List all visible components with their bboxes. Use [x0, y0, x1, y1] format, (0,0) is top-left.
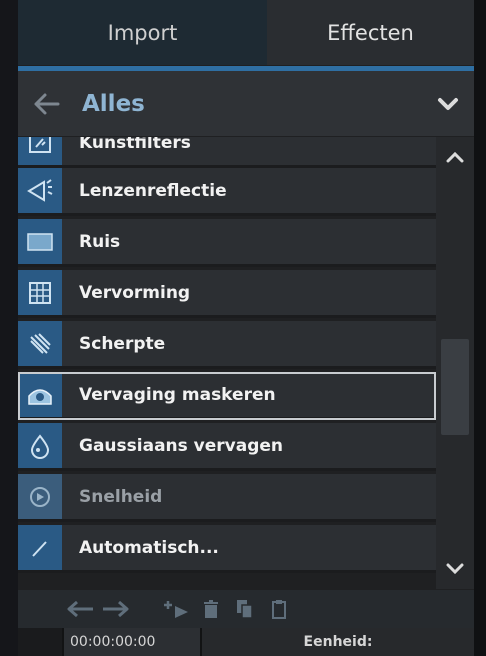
tab-effects[interactable]: Effecten: [267, 0, 474, 65]
status-bar: 00:00:00:00 Eenheid:: [18, 628, 474, 656]
list-item[interactable]: Lenzenreflectie: [18, 168, 436, 216]
list-item[interactable]: Vervorming: [18, 270, 436, 318]
list-item[interactable]: Scherpte: [18, 321, 436, 369]
list-item-label: Vervaging maskeren: [79, 384, 276, 405]
scroll-down-icon[interactable]: [436, 549, 474, 589]
scrollbar-thumb[interactable]: [441, 339, 469, 435]
list-item-label: Lenzenreflectie: [79, 180, 227, 201]
list-item-partial[interactable]: Automatisch...: [18, 525, 436, 573]
arrow-left-icon[interactable]: [18, 71, 74, 136]
chevron-down-icon[interactable]: [428, 71, 468, 136]
tab-import-label: Import: [107, 20, 178, 45]
paste-clipboard-icon[interactable]: [262, 590, 296, 628]
art-filter-icon: [18, 137, 62, 165]
category-title: Alles: [82, 90, 145, 117]
list-item-label: Kunstfilters: [79, 137, 191, 153]
lens-flare-icon: [18, 168, 62, 213]
partial-item-icon: [18, 525, 62, 570]
right-edge-strip: [474, 0, 486, 656]
list-item-label: Scherpte: [79, 333, 166, 354]
list-item[interactable]: Kunstfilters: [18, 137, 436, 168]
list-item-selected[interactable]: Vervaging maskeren: [18, 372, 436, 420]
undo-arrow-left-icon[interactable]: [64, 590, 98, 628]
list-scrollbar[interactable]: [436, 137, 474, 589]
list-item[interactable]: Ruis: [18, 219, 436, 267]
tab-bar: Import Effecten: [18, 0, 474, 65]
effects-list: Kunstfilters Lenzenreflectie Ruis Vervor…: [18, 137, 436, 589]
sharpness-icon: [18, 321, 62, 366]
category-header[interactable]: Alles: [18, 71, 474, 136]
list-item-label: Vervorming: [79, 282, 191, 303]
list-item[interactable]: Snelheid: [18, 474, 436, 522]
list-item-label: Snelheid: [79, 486, 163, 507]
tab-import[interactable]: Import: [18, 0, 267, 65]
unit-label: Eenheid:: [200, 628, 474, 656]
scroll-up-icon[interactable]: [436, 137, 474, 177]
noise-icon: [18, 219, 62, 264]
left-gutter: [0, 0, 18, 656]
list-item-label: Ruis: [79, 231, 121, 252]
redo-arrow-right-icon[interactable]: [98, 590, 132, 628]
effects-panel: Import Effecten Alles Kunstfilters Lenze…: [0, 0, 486, 656]
distortion-grid-icon: [18, 270, 62, 315]
trash-icon[interactable]: [194, 590, 228, 628]
add-effect-icon[interactable]: [160, 590, 194, 628]
list-item[interactable]: Gaussiaans vervagen: [18, 423, 436, 471]
copy-icon[interactable]: [228, 590, 262, 628]
mask-blur-icon: [18, 372, 62, 417]
gaussian-drop-icon: [18, 423, 62, 468]
list-item-label: Gaussiaans vervagen: [79, 435, 284, 456]
status-blank: [18, 628, 64, 656]
tab-effects-label: Effecten: [327, 20, 414, 45]
timecode-field[interactable]: 00:00:00:00: [64, 628, 200, 656]
toolbar: [18, 590, 474, 628]
list-item-label: Automatisch...: [79, 537, 219, 558]
speed-icon: [18, 474, 62, 519]
